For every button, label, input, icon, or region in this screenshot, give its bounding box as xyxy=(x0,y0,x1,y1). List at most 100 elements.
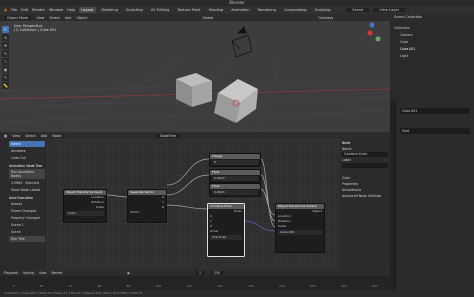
node-float-1[interactable]: Float 0.0020 xyxy=(209,169,261,183)
workspace-tab-animation[interactable]: Animation xyxy=(229,7,251,13)
timeline-header: Playback Keying View Marker ▶ 1 250 xyxy=(0,270,390,276)
workspace-tab-sculpting[interactable]: Sculpting xyxy=(124,7,145,13)
section-animation-node-tree[interactable]: Animation Node Tree xyxy=(9,164,45,168)
node-float-2[interactable]: Float 0.9400 xyxy=(209,183,261,197)
properties-tabs[interactable] xyxy=(390,100,397,290)
node-object-transforms-input[interactable]: Object Transforms Input Location Rotatio… xyxy=(63,189,107,223)
frame-changed-checkbox[interactable]: Frame Changed xyxy=(9,208,45,214)
menu-render[interactable]: Render xyxy=(32,8,45,12)
sidebar-item-links-cut[interactable]: Links Cut xyxy=(9,155,45,161)
scene-field[interactable]: Scene 1 xyxy=(9,222,45,228)
menu-file[interactable]: File xyxy=(11,8,17,12)
timeline-ruler[interactable]: 0 20 40 60 80 100 120 140 160 180 200 22… xyxy=(0,284,390,289)
node-title: Integer xyxy=(210,154,260,159)
node-canvas[interactable]: Object Transforms Input Location Rotatio… xyxy=(47,139,340,270)
overlays-dropdown[interactable]: Overlays xyxy=(318,16,333,20)
timeline-menu-playback[interactable]: Playback xyxy=(4,271,18,275)
properties-field[interactable]: Vset xyxy=(400,128,470,134)
panel-tab-node[interactable]: Node xyxy=(342,141,388,145)
node-integer[interactable]: Integer 0 xyxy=(209,153,261,167)
viewport-menu-object[interactable]: Object xyxy=(76,16,87,20)
node-label-field[interactable] xyxy=(342,163,388,168)
timeline-menu-view[interactable]: View xyxy=(39,271,47,275)
integer-value[interactable]: 0 xyxy=(212,160,258,165)
timeline-menu-keying[interactable]: Keying xyxy=(23,271,34,275)
right-panels: Scene Collection Collection Camera Cube … xyxy=(390,14,474,290)
sidebar-item-annotate[interactable]: Annotate xyxy=(9,148,45,154)
property-changed-checkbox[interactable]: Property Changed xyxy=(9,215,45,221)
menu-edit[interactable]: Edit xyxy=(21,8,28,12)
node-combine-euler[interactable]: Combine Euler Euler X Y Z Order XYZ Eule… xyxy=(207,203,245,257)
node-menu-node[interactable]: Node xyxy=(52,134,61,138)
workspace-tab-rendering[interactable]: Rendering xyxy=(256,7,278,13)
viewport-menu-select[interactable]: Select xyxy=(49,16,59,20)
workspace-tab-modeling[interactable]: Modeling xyxy=(100,7,120,13)
show-node-labels-checkbox[interactable]: Show Node Labels xyxy=(9,187,45,193)
order-dropdown[interactable]: XYZ Euler xyxy=(210,235,242,240)
outliner-item-light[interactable]: Light xyxy=(400,54,408,58)
start-frame-field[interactable]: 1 xyxy=(195,271,206,275)
node-menu-view[interactable]: View xyxy=(12,134,20,138)
annotations-section[interactable]: Annotations xyxy=(342,188,388,192)
run-animation-nodes-button[interactable]: Run Animation Nodes xyxy=(9,169,45,179)
end-frame-field[interactable]: 250 xyxy=(210,271,225,275)
workspace-tab-shading[interactable]: Shading xyxy=(207,7,226,13)
object-name-field[interactable]: Cube.001 xyxy=(400,108,470,114)
node-name-field[interactable]: Combine Euler xyxy=(342,152,388,157)
transform-orientation-dropdown[interactable]: Global xyxy=(203,16,214,20)
color-checkbox[interactable]: Color xyxy=(342,176,388,180)
timeline-menu-marker[interactable]: Marker xyxy=(52,271,63,275)
menu-help[interactable]: Help xyxy=(67,8,75,12)
menu-window[interactable]: Window xyxy=(49,8,63,12)
advanced-node-settings-section[interactable]: Advanced Node Settings xyxy=(342,194,388,198)
outliner-header: Scene Collection xyxy=(390,14,474,21)
viewport-menu-view[interactable]: View xyxy=(36,16,44,20)
properties-section[interactable]: Properties xyxy=(342,182,388,186)
outliner-item-cube[interactable]: Cube xyxy=(400,40,408,44)
play-button-icon[interactable]: ▶ xyxy=(128,271,130,275)
node-separate-vector[interactable]: Separate Vector X Y Z Vector xyxy=(127,189,167,223)
scene-selector[interactable]: Scene xyxy=(346,8,370,12)
3d-viewport[interactable]: Object Mode View Select Add Object Globa… xyxy=(0,14,390,132)
run-tree-button[interactable]: Run Tree xyxy=(9,236,45,242)
node-menu-select[interactable]: Select xyxy=(25,134,35,138)
node-editor-tabs[interactable] xyxy=(0,139,7,270)
always-checkbox[interactable]: Always xyxy=(9,201,45,207)
ruler-tick: 200 xyxy=(309,284,316,288)
cube-001-object[interactable] xyxy=(214,79,258,123)
object-field[interactable]: Cube.001 xyxy=(278,230,322,235)
workspace-tab-scripting[interactable]: Scripting xyxy=(312,7,332,13)
section-auto-execution[interactable]: Auto Execution xyxy=(9,196,45,200)
node-menu-add[interactable]: Add xyxy=(41,134,48,138)
sidebar-item-select[interactable]: Select xyxy=(9,141,45,147)
editor-type-icon[interactable]: ▦ xyxy=(4,134,7,138)
outliner-title: Scene Collection xyxy=(394,15,423,19)
ruler-tick: 100 xyxy=(155,284,162,288)
ruler-tick: 160 xyxy=(248,284,254,288)
blender-logo-icon[interactable]: ◉ xyxy=(4,8,7,12)
scene-name-field[interactable]: Scene xyxy=(9,229,45,235)
float-value[interactable]: 0.9400 xyxy=(212,190,258,195)
viewport-menu-add[interactable]: Add xyxy=(65,16,72,20)
outliner-item-cube-001[interactable]: Cube.001 xyxy=(400,47,415,51)
workspace-tab-compositing[interactable]: Compositing xyxy=(282,7,309,13)
camera-object[interactable] xyxy=(231,26,253,58)
node-tree-selector[interactable]: NodeTree xyxy=(156,133,181,138)
outliner-item-camera[interactable]: Camera xyxy=(400,33,413,37)
timeline[interactable]: Playback Keying View Marker ▶ 1 250 0 20… xyxy=(0,270,390,290)
float-value[interactable]: 0.0020 xyxy=(212,176,258,181)
workspace-tab-texture-paint[interactable]: Texture Paint xyxy=(175,7,202,13)
node-editor-header: ▦ View Select Add Node NodeTree xyxy=(0,132,390,139)
node-editor-sidebar: Select Annotate Links Cut Animation Node… xyxy=(7,139,47,270)
node-object-transforms-output[interactable]: Object Transforms Output Object Location… xyxy=(275,203,325,253)
navigation-gizmo[interactable] xyxy=(367,22,381,42)
node-editor[interactable]: ▦ View Select Add Node NodeTree Select A… xyxy=(0,132,390,270)
view-layer-selector[interactable]: View Layer xyxy=(373,8,406,12)
outliner-item-collection[interactable]: Collection xyxy=(394,26,410,30)
ruler-tick: 0 xyxy=(12,284,15,288)
workspace-tab-uv-editing[interactable]: UV Editing xyxy=(149,7,172,13)
workspace-tab-layout[interactable]: Layout xyxy=(79,7,96,13)
cube-object[interactable] xyxy=(176,73,212,107)
object-field[interactable]: Cube xyxy=(66,211,104,216)
object-mode-dropdown[interactable]: Object Mode xyxy=(4,15,32,20)
